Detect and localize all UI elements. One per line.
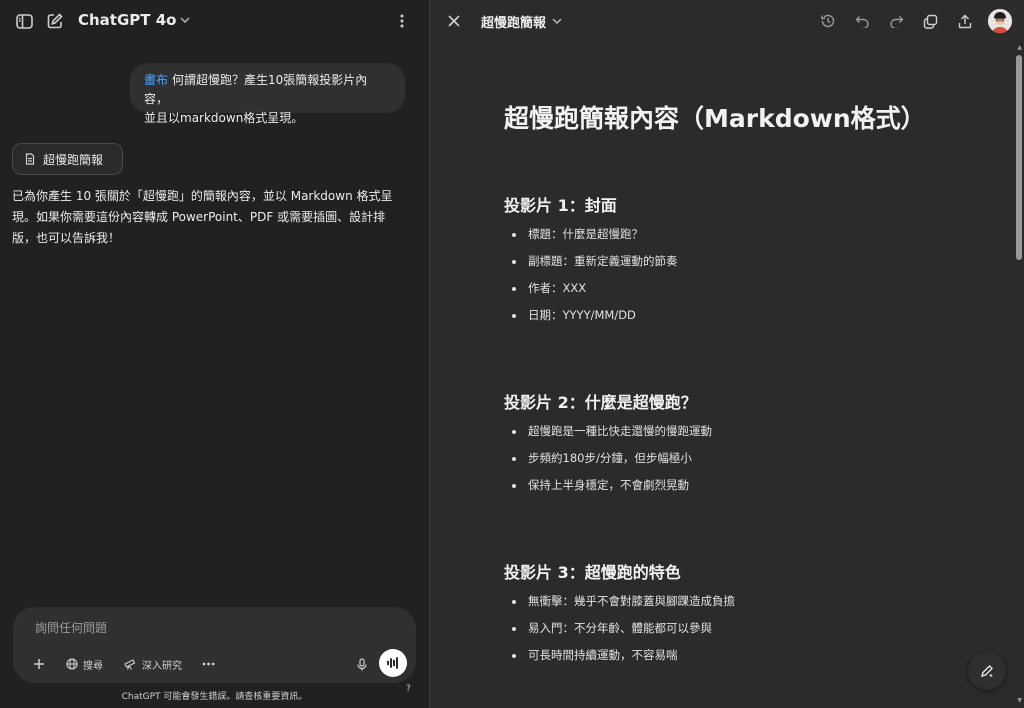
chat-topbar: ChatGPT 4o (0, 0, 429, 42)
help-button[interactable]: ? (406, 684, 411, 694)
canvas-panel: 超慢跑簡報 超慢跑簡報內容（Markdown格式） 投影片 1：封面 標題：什麼… (430, 0, 1024, 708)
composer: 搜尋 深入研究 (13, 607, 416, 683)
user-message-line2: 並且以markdown格式呈現。 (144, 111, 304, 125)
ellipsis-icon (202, 662, 215, 666)
slide-section-1: 投影片 1：封面 標題：什麼是超慢跑？ 副標題：重新定義運動的節奏 作者：XXX… (504, 195, 964, 329)
slide-section-2: 投影片 2：什麼是超慢跑？ 超慢跑是一種比快走還慢的慢跑運動 步頻約180步/分… (504, 392, 964, 499)
deep-research-label: 深入研究 (142, 660, 182, 672)
model-selector[interactable]: ChatGPT 4o (78, 11, 191, 29)
canvas-title: 超慢跑簡報 (481, 16, 547, 31)
close-canvas-icon[interactable] (444, 11, 464, 31)
list-item: 無衝擊：幾乎不會對膝蓋與腳踝造成負擔 (504, 588, 964, 615)
section-heading: 投影片 3：超慢跑的特色 (504, 563, 681, 582)
list-item: 步頻約180步/分鐘，但步幅極小 (504, 445, 964, 472)
section-heading: 投影片 2：什麼是超慢跑？ (504, 393, 697, 412)
scroll-down-arrow[interactable]: ▼ (1017, 697, 1022, 704)
prompt-input[interactable] (33, 618, 377, 638)
document-icon (25, 153, 35, 165)
model-name: ChatGPT 4o (78, 11, 177, 29)
slide-section-3: 投影片 3：超慢跑的特色 無衝擊：幾乎不會對膝蓋與腳踝造成負擔 易入門：不分年齡… (504, 562, 964, 669)
bullet-list: 標題：什麼是超慢跑？ 副標題：重新定義運動的節奏 作者：XXX 日期：YYYY/… (504, 221, 964, 329)
redo-icon[interactable] (886, 11, 906, 31)
chevron-down-icon (180, 15, 191, 26)
chevron-down-icon (552, 16, 562, 27)
list-item: 超慢跑是一種比快走還慢的慢跑運動 (504, 418, 964, 445)
list-item: 標題：什麼是超慢跑？ (504, 221, 964, 248)
document-title: 超慢跑簡報內容（Markdown格式） (504, 104, 926, 133)
bullet-list: 超慢跑是一種比快走還慢的慢跑運動 步頻約180步/分鐘，但步幅極小 保持上半身穩… (504, 418, 964, 499)
more-tools-button[interactable] (202, 655, 215, 673)
section-heading: 投影片 1：封面 (504, 196, 617, 215)
globe-icon (66, 658, 78, 670)
scrollbar-thumb[interactable] (1016, 55, 1022, 260)
bullet-list: 無衝擊：幾乎不會對膝蓋與腳踝造成負擔 易入門：不分年齡、體能都可以參與 可長時間… (504, 588, 964, 669)
list-item: 日期：YYYY/MM/DD (504, 302, 964, 329)
canvas-document-chip[interactable]: 超慢跑簡報 (12, 143, 123, 175)
share-icon[interactable] (955, 11, 975, 31)
voice-mode-button[interactable] (379, 649, 407, 677)
edit-suggestions-button[interactable] (968, 652, 1006, 690)
new-chat-icon[interactable] (45, 11, 65, 31)
canvas-title-selector[interactable]: 超慢跑簡報 (481, 12, 562, 31)
deep-research-button[interactable]: 深入研究 (124, 655, 182, 673)
list-item: 保持上半身穩定，不會劇烈晃動 (504, 472, 964, 499)
pencil-sparkle-icon (980, 665, 993, 678)
add-attachment-button[interactable] (33, 655, 45, 673)
list-item: 副標題：重新定義運動的節奏 (504, 248, 964, 275)
user-message-line1: 何謂超慢跑？產生10張簡報投影片內容， (144, 73, 368, 106)
sidebar-toggle-icon[interactable] (14, 11, 34, 31)
canvas-chip-label: 超慢跑簡報 (43, 152, 104, 167)
search-button[interactable]: 搜尋 (66, 655, 103, 673)
list-item: 易入門：不分年齡、體能都可以參與 (504, 615, 964, 642)
list-item: 作者：XXX (504, 275, 964, 302)
canvas-tag: 畫布 (144, 73, 169, 87)
more-options-icon[interactable] (392, 11, 412, 31)
disclaimer-text: ChatGPT 可能會發生錯誤。請查核重要資訊。 (121, 692, 308, 702)
microphone-icon (357, 657, 367, 670)
user-message-bubble: 畫布 何謂超慢跑？產生10張簡報投影片內容， 並且以markdown格式呈現。 (130, 63, 405, 125)
telescope-icon (124, 659, 136, 670)
scroll-up-arrow[interactable]: ▲ (1017, 44, 1022, 51)
dictate-button[interactable] (357, 655, 367, 673)
undo-icon[interactable] (852, 11, 872, 31)
chat-panel: ChatGPT 4o 畫布 何謂超慢跑？產生10張簡報投影片內容， 並且以mark… (0, 0, 429, 708)
copy-icon[interactable] (920, 11, 940, 31)
assistant-reply: 已為你產生 10 張關於「超慢跑」的簡報內容，並以 Markdown 格式呈現。… (12, 189, 393, 245)
plus-icon (34, 659, 44, 669)
voice-waveform-icon (387, 657, 398, 669)
avatar[interactable] (988, 9, 1012, 33)
version-history-icon[interactable] (818, 11, 838, 31)
search-label: 搜尋 (83, 660, 103, 672)
list-item: 可長時間持續運動，不容易喘 (504, 642, 964, 669)
